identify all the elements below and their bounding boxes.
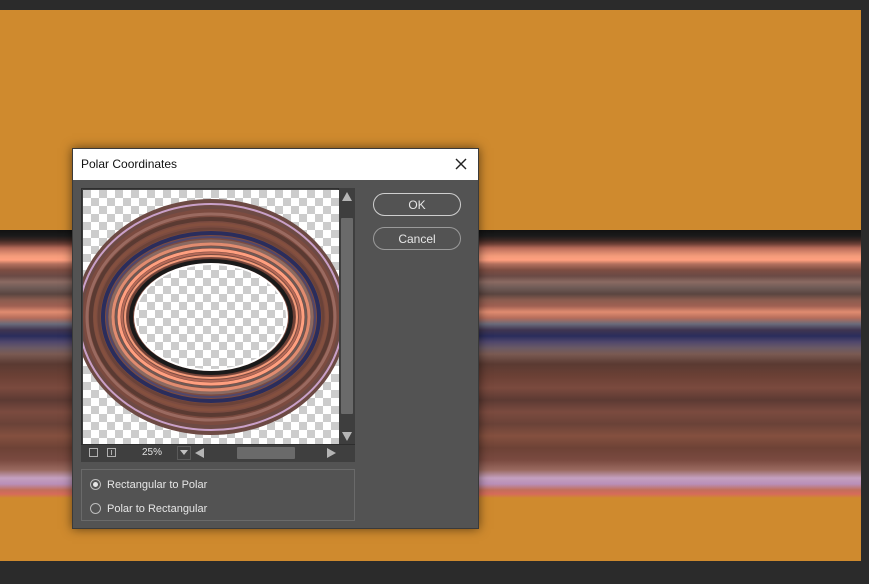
option-label: Rectangular to Polar: [107, 479, 208, 491]
polar-to-rectangular-option[interactable]: Polar to Rectangular: [90, 500, 207, 518]
chevron-down-icon[interactable]: [177, 446, 191, 460]
radio-checked[interactable]: [90, 478, 101, 490]
close-icon: [455, 158, 467, 170]
rectangular-to-polar-option[interactable]: Rectangular to Polar: [90, 476, 207, 494]
vertical-scroll-thumb[interactable]: [341, 218, 353, 414]
zoom-level[interactable]: 25%: [127, 445, 177, 461]
arrow-right-icon[interactable]: [327, 448, 336, 458]
conversion-options: Rectangular to Polar Polar to Rectangula…: [81, 469, 355, 521]
filter-preview[interactable]: [81, 188, 339, 445]
preview-vertical-scrollbar[interactable]: [339, 188, 355, 445]
horizontal-scroll-thumb[interactable]: [237, 447, 295, 459]
zoom-out-button[interactable]: [89, 448, 98, 457]
arrow-down-icon[interactable]: [342, 432, 352, 441]
zoom-bar: 25%: [81, 444, 355, 462]
option-label: Polar to Rectangular: [107, 503, 208, 515]
dialog-title: Polar Coordinates: [81, 157, 178, 171]
ok-button[interactable]: OK: [373, 193, 461, 216]
zoom-in-button[interactable]: [107, 448, 116, 457]
polar-coordinates-dialog: Polar Coordinates 25% OK Cancel Rectangu…: [72, 148, 479, 529]
arrow-up-icon[interactable]: [342, 192, 352, 201]
close-button[interactable]: [450, 153, 472, 175]
cancel-button[interactable]: Cancel: [373, 227, 461, 250]
radio-unchecked[interactable]: [90, 502, 101, 514]
preview-image: [83, 190, 339, 444]
arrow-left-icon[interactable]: [195, 448, 204, 458]
dialog-titlebar: Polar Coordinates: [73, 149, 478, 180]
